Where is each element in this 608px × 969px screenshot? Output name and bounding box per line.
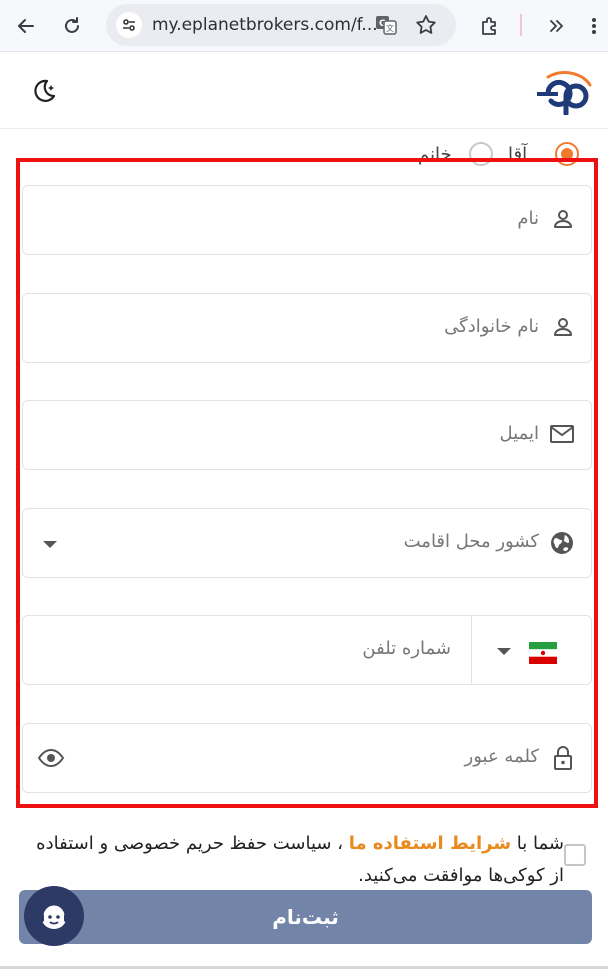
translate-icon[interactable]: G文 — [374, 13, 398, 41]
toolbar-separator — [520, 14, 522, 36]
site-header — [0, 53, 608, 129]
reload-icon[interactable] — [54, 8, 90, 44]
svg-text:文: 文 — [386, 23, 394, 33]
terms-text: شما با شرایط استفاده ما ، سیاست حفظ حریم… — [24, 828, 564, 892]
browser-toolbar: my.eplanetbrokers.com/f... G文 — [0, 0, 608, 52]
highlight-box — [16, 158, 598, 808]
star-icon[interactable] — [414, 13, 438, 41]
chevron-right-icon[interactable] — [538, 8, 574, 44]
back-arrow-icon[interactable] — [8, 8, 44, 44]
site-settings-icon[interactable] — [116, 12, 142, 38]
ep-logo[interactable] — [528, 69, 594, 119]
terms-link[interactable]: شرایط استفاده ما — [349, 833, 511, 854]
terms-checkbox[interactable] — [564, 844, 586, 866]
moon-star-icon[interactable] — [30, 77, 58, 109]
register-button-label: ثبت‌نام — [272, 905, 339, 929]
url-text[interactable]: my.eplanetbrokers.com/f... — [152, 15, 378, 35]
support-chat-icon[interactable] — [24, 886, 84, 946]
terms-prefix: شما با — [511, 833, 564, 854]
address-bar[interactable]: my.eplanetbrokers.com/f... G文 — [106, 4, 456, 46]
more-icon[interactable] — [584, 8, 604, 44]
extensions-icon[interactable] — [472, 8, 508, 44]
register-button[interactable]: ثبت‌نام — [19, 890, 592, 944]
